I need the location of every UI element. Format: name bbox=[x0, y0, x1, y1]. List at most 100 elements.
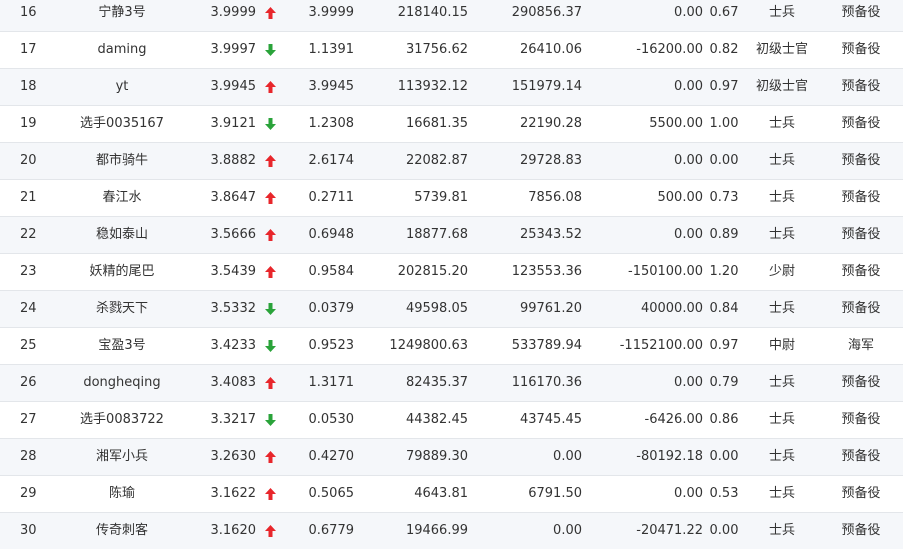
net-value: 3.8647 bbox=[182, 180, 256, 217]
ratio: 0.97 bbox=[703, 328, 745, 365]
military-title: 初级士官 bbox=[745, 32, 819, 69]
table-row[interactable]: 24杀戮天下3.53320.037949598.0599761.2040000.… bbox=[0, 291, 903, 328]
rank-cell: 25 bbox=[0, 328, 62, 365]
table-row[interactable]: 25宝盈3号3.42330.95231249800.63533789.94-11… bbox=[0, 328, 903, 365]
table-body: 16宁静3号3.99993.9999218140.15290856.370.00… bbox=[0, 0, 903, 549]
player-name: 稳如泰山 bbox=[62, 217, 182, 254]
net-value: 3.8882 bbox=[182, 143, 256, 180]
table-row[interactable]: 23妖精的尾巴3.54390.9584202815.20123553.36-15… bbox=[0, 254, 903, 291]
amount-3: 500.00 bbox=[582, 180, 703, 217]
red-up-arrow-icon bbox=[256, 254, 284, 291]
rank-cell: 22 bbox=[0, 217, 62, 254]
amount-3: 0.00 bbox=[582, 0, 703, 32]
rank-cell: 29 bbox=[0, 476, 62, 513]
amount-3: 40000.00 bbox=[582, 291, 703, 328]
amount-1: 1249800.63 bbox=[354, 328, 468, 365]
status: 预备役 bbox=[819, 513, 903, 549]
amount-1: 22082.87 bbox=[354, 143, 468, 180]
net-value: 3.5439 bbox=[182, 254, 256, 291]
cumulative-value: 2.6174 bbox=[284, 143, 354, 180]
ratio: 0.00 bbox=[703, 513, 745, 549]
cumulative-value: 3.9945 bbox=[284, 69, 354, 106]
player-name: 选手0035167 bbox=[62, 106, 182, 143]
table-row[interactable]: 26dongheqing3.40831.317182435.37116170.3… bbox=[0, 365, 903, 402]
table-row[interactable]: 20都市骑牛3.88822.617422082.8729728.830.000.… bbox=[0, 143, 903, 180]
table-row[interactable]: 17daming3.99971.139131756.6226410.06-162… bbox=[0, 32, 903, 69]
amount-3: 0.00 bbox=[582, 476, 703, 513]
red-up-arrow-icon bbox=[256, 0, 284, 32]
status: 预备役 bbox=[819, 439, 903, 476]
rank-cell: 26 bbox=[0, 365, 62, 402]
status: 预备役 bbox=[819, 254, 903, 291]
table-row[interactable]: 29陈瑜3.16220.50654643.816791.500.000.53士兵… bbox=[0, 476, 903, 513]
amount-3: -16200.00 bbox=[582, 32, 703, 69]
amount-1: 79889.30 bbox=[354, 439, 468, 476]
rank-cell: 19 bbox=[0, 106, 62, 143]
status: 预备役 bbox=[819, 217, 903, 254]
red-up-arrow-icon bbox=[256, 217, 284, 254]
amount-2: 22190.28 bbox=[468, 106, 582, 143]
amount-1: 4643.81 bbox=[354, 476, 468, 513]
net-value: 3.2630 bbox=[182, 439, 256, 476]
amount-1: 49598.05 bbox=[354, 291, 468, 328]
table-row[interactable]: 27选手00837223.32170.053044382.4543745.45-… bbox=[0, 402, 903, 439]
table-row[interactable]: 22稳如泰山3.56660.694818877.6825343.520.000.… bbox=[0, 217, 903, 254]
red-up-arrow-icon bbox=[256, 143, 284, 180]
status: 预备役 bbox=[819, 32, 903, 69]
status: 预备役 bbox=[819, 476, 903, 513]
rank-cell: 27 bbox=[0, 402, 62, 439]
table-row[interactable]: 16宁静3号3.99993.9999218140.15290856.370.00… bbox=[0, 0, 903, 32]
amount-1: 113932.12 bbox=[354, 69, 468, 106]
table-row[interactable]: 30传奇刺客3.16200.677919466.990.00-20471.220… bbox=[0, 513, 903, 549]
cumulative-value: 0.0530 bbox=[284, 402, 354, 439]
status: 海军 bbox=[819, 328, 903, 365]
table-row[interactable]: 18yt3.99453.9945113932.12151979.140.000.… bbox=[0, 69, 903, 106]
ratio: 0.97 bbox=[703, 69, 745, 106]
amount-3: 5500.00 bbox=[582, 106, 703, 143]
table-row[interactable]: 28湘军小兵3.26300.427079889.300.00-80192.180… bbox=[0, 439, 903, 476]
amount-2: 25343.52 bbox=[468, 217, 582, 254]
green-down-arrow-icon bbox=[256, 106, 284, 143]
green-down-arrow-icon bbox=[256, 291, 284, 328]
military-title: 士兵 bbox=[745, 402, 819, 439]
military-title: 士兵 bbox=[745, 106, 819, 143]
military-title: 士兵 bbox=[745, 180, 819, 217]
ratio: 0.00 bbox=[703, 439, 745, 476]
amount-3: 0.00 bbox=[582, 365, 703, 402]
rank-cell: 23 bbox=[0, 254, 62, 291]
military-title: 士兵 bbox=[745, 513, 819, 549]
player-name: dongheqing bbox=[62, 365, 182, 402]
player-name: 妖精的尾巴 bbox=[62, 254, 182, 291]
amount-2: 7856.08 bbox=[468, 180, 582, 217]
net-value: 3.9945 bbox=[182, 69, 256, 106]
amount-2: 290856.37 bbox=[468, 0, 582, 32]
net-value: 3.9999 bbox=[182, 0, 256, 32]
military-title: 士兵 bbox=[745, 291, 819, 328]
table-row[interactable]: 21春江水3.86470.27115739.817856.08500.000.7… bbox=[0, 180, 903, 217]
amount-1: 202815.20 bbox=[354, 254, 468, 291]
player-name: daming bbox=[62, 32, 182, 69]
amount-1: 16681.35 bbox=[354, 106, 468, 143]
table-row[interactable]: 19选手00351673.91211.230816681.3522190.285… bbox=[0, 106, 903, 143]
status: 预备役 bbox=[819, 180, 903, 217]
amount-3: -20471.22 bbox=[582, 513, 703, 549]
ranking-table: 16宁静3号3.99993.9999218140.15290856.370.00… bbox=[0, 0, 903, 549]
net-value: 3.5332 bbox=[182, 291, 256, 328]
military-title: 少尉 bbox=[745, 254, 819, 291]
green-down-arrow-icon bbox=[256, 328, 284, 365]
amount-3: 0.00 bbox=[582, 69, 703, 106]
amount-2: 26410.06 bbox=[468, 32, 582, 69]
rank-cell: 16 bbox=[0, 0, 62, 32]
player-name: 春江水 bbox=[62, 180, 182, 217]
status: 预备役 bbox=[819, 365, 903, 402]
ratio: 0.84 bbox=[703, 291, 745, 328]
military-title: 初级士官 bbox=[745, 69, 819, 106]
status: 预备役 bbox=[819, 106, 903, 143]
amount-1: 19466.99 bbox=[354, 513, 468, 549]
rank-cell: 20 bbox=[0, 143, 62, 180]
rank-cell: 30 bbox=[0, 513, 62, 549]
cumulative-value: 0.4270 bbox=[284, 439, 354, 476]
cumulative-value: 3.9999 bbox=[284, 0, 354, 32]
player-name: 选手0083722 bbox=[62, 402, 182, 439]
cumulative-value: 0.5065 bbox=[284, 476, 354, 513]
